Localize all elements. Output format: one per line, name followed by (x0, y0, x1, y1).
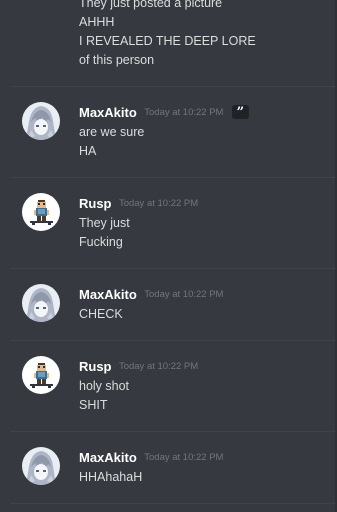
message-line: CHECK (79, 307, 123, 321)
message-timestamp: Today at 10:22 PM (144, 289, 224, 300)
message-timestamp: Today at 10:22 PM (144, 107, 224, 118)
message-divider (10, 86, 337, 87)
message-timestamp: Today at 10:22 PM (144, 452, 224, 463)
message-timestamp: Today at 10:22 PM (118, 361, 199, 372)
message-line: HA (79, 144, 97, 158)
anime-avatar-icon[interactable] (22, 102, 60, 140)
anime-avatar-icon[interactable] (22, 447, 60, 485)
message-timestamp: Today at 10:22 PM (118, 198, 199, 209)
message-line: SHIT (79, 398, 108, 412)
message-divider (10, 340, 337, 341)
message-divider (10, 503, 337, 504)
pixel-character-avatar-icon[interactable] (22, 193, 60, 231)
message-line: They just posted a picture (79, 0, 223, 10)
quote-icon[interactable]: ” (231, 105, 249, 119)
pixel-character-avatar-icon[interactable] (22, 356, 60, 394)
chat-messages-pane: They just posted a picture AHHH I REVEAL… (0, 0, 337, 512)
message-line: AHHH (79, 15, 115, 29)
username[interactable]: Rusp (79, 196, 112, 211)
username[interactable]: Rusp (79, 359, 112, 374)
username[interactable]: MaxAkito (79, 287, 137, 302)
message-divider (10, 177, 337, 178)
message-line: holy shot (79, 379, 130, 393)
message-line: They just (79, 216, 130, 230)
message-line: of this person (79, 53, 155, 67)
anime-avatar-icon[interactable] (22, 284, 60, 322)
message-line: are we sure (79, 125, 145, 139)
username[interactable]: MaxAkito (79, 450, 137, 465)
message-line: HHAhahaH (79, 470, 143, 484)
username[interactable]: MaxAkito (79, 105, 137, 120)
message-divider (10, 268, 337, 269)
message-divider (10, 431, 337, 432)
message-line: I REVEALED THE DEEP LORE (79, 34, 256, 48)
message-line: Fucking (79, 235, 123, 249)
